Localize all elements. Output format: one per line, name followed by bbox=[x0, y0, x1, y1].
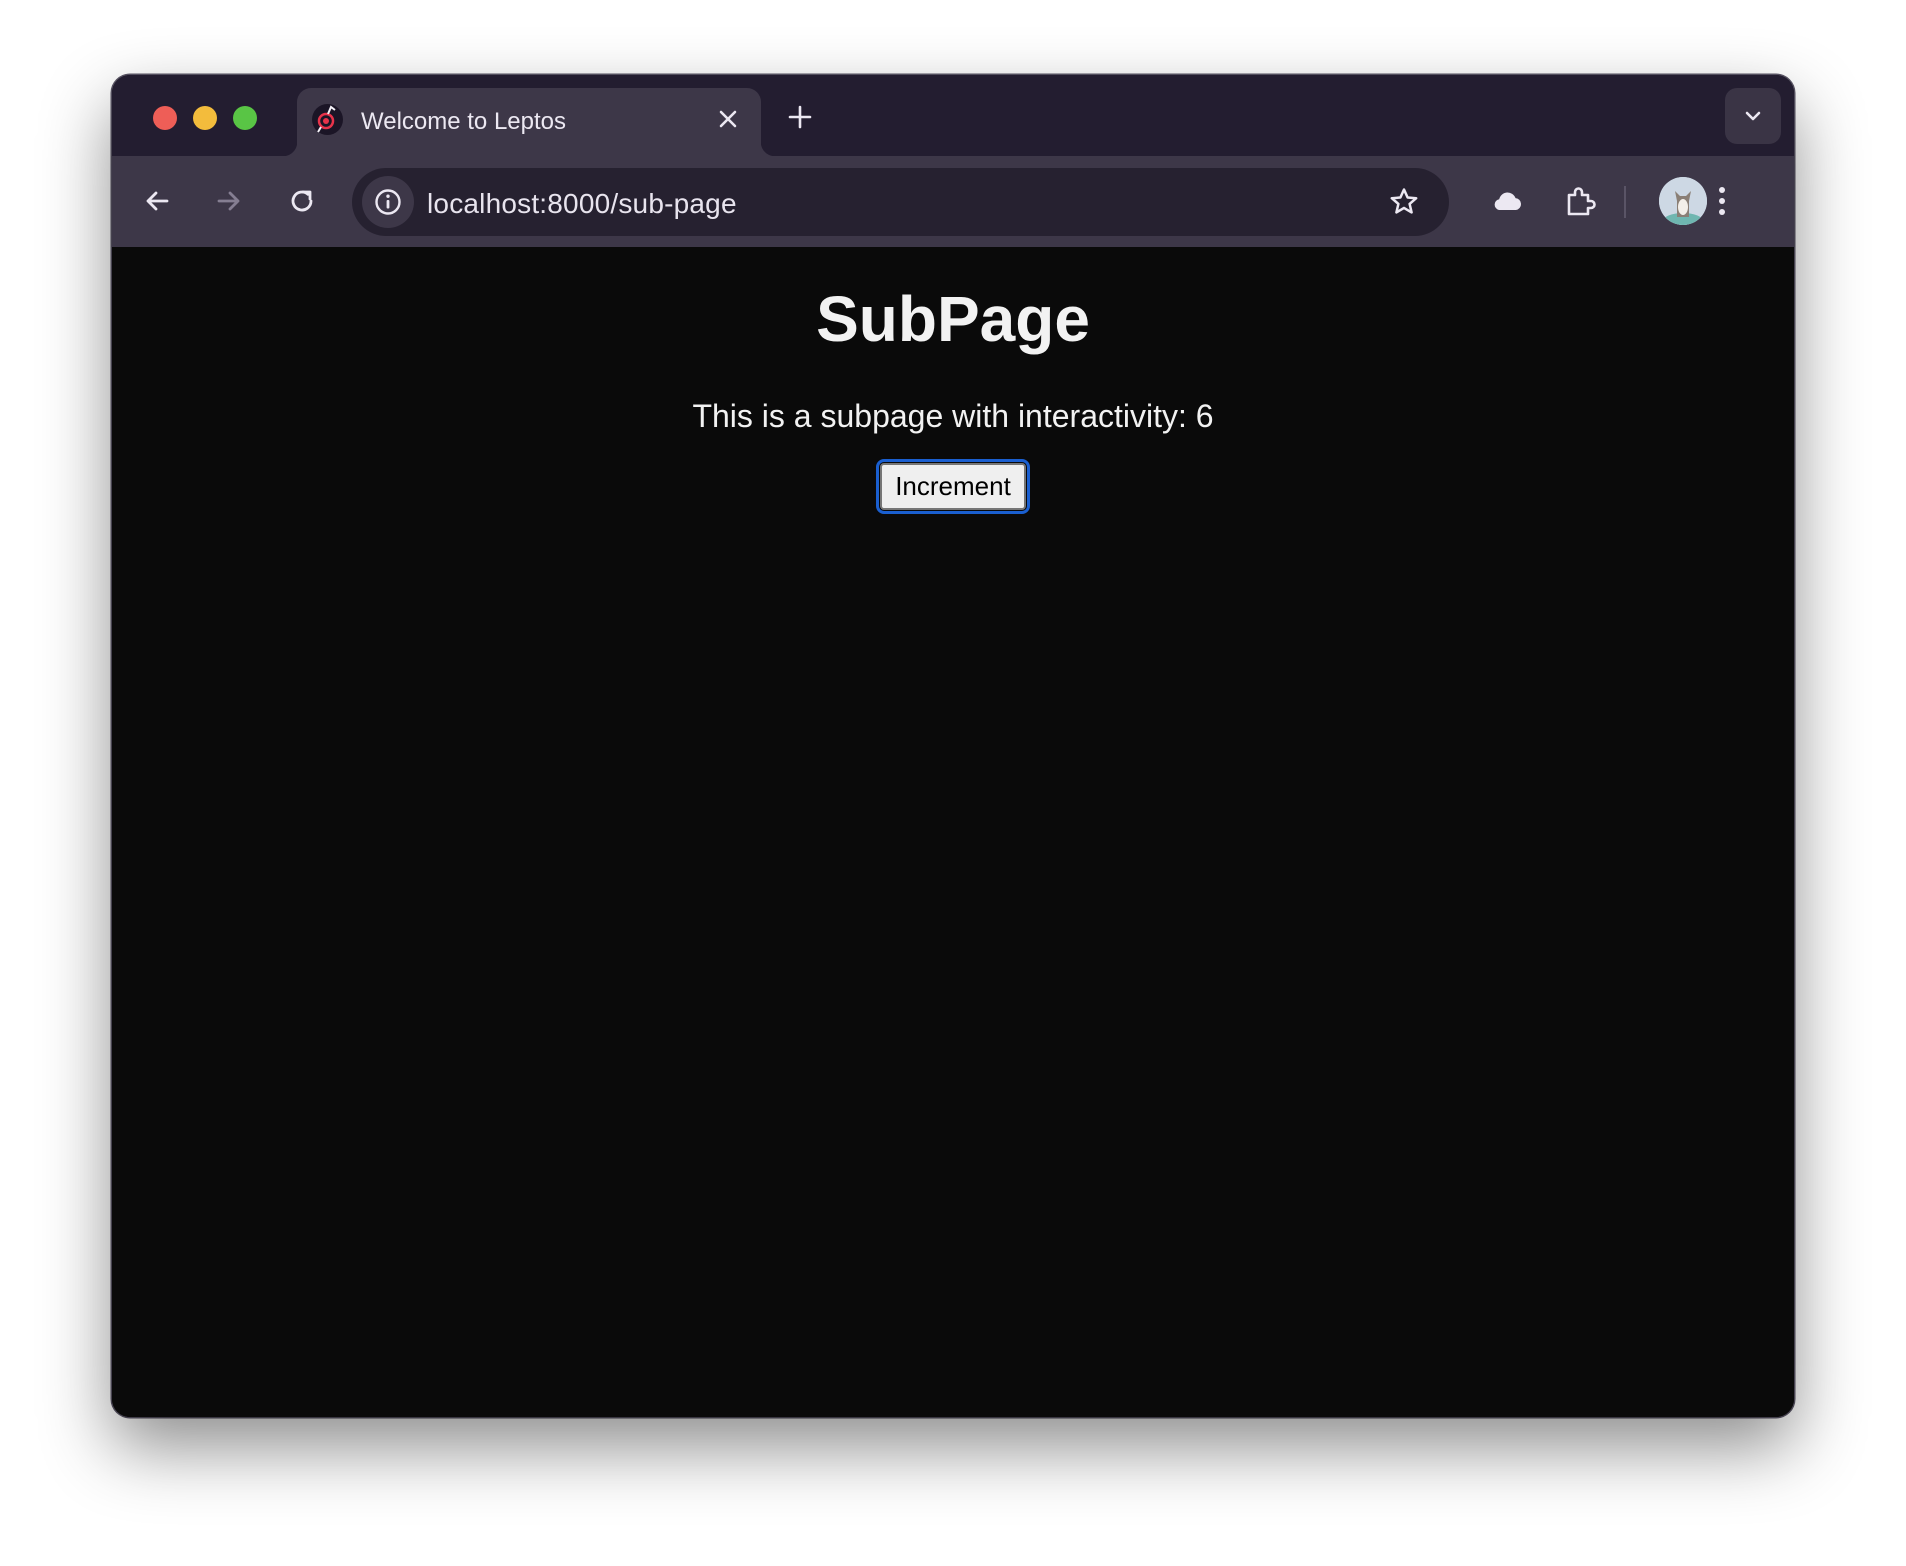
leptos-favicon-icon bbox=[312, 104, 343, 135]
page-title: SubPage bbox=[816, 283, 1090, 355]
cloud-icon[interactable] bbox=[1482, 176, 1532, 226]
close-tab-icon[interactable] bbox=[713, 104, 743, 134]
browser-window: Welcome to Leptos localhost:8000/sub-pag… bbox=[112, 75, 1794, 1417]
minimize-window-button[interactable] bbox=[193, 106, 217, 130]
back-arrow-icon[interactable] bbox=[132, 176, 182, 226]
maximize-window-button[interactable] bbox=[233, 106, 257, 130]
page-content: SubPage This is a subpage with interacti… bbox=[112, 247, 1794, 1417]
increment-button[interactable]: Increment bbox=[876, 458, 1030, 514]
close-window-button[interactable] bbox=[153, 106, 177, 130]
tab-search-chevron-down-icon[interactable] bbox=[1725, 88, 1781, 144]
address-bar[interactable]: localhost:8000/sub-page bbox=[352, 168, 1449, 236]
info-icon[interactable] bbox=[362, 176, 414, 228]
kebab-menu-icon[interactable] bbox=[1697, 176, 1747, 226]
toolbar-divider bbox=[1624, 186, 1626, 218]
url-text[interactable]: localhost:8000/sub-page bbox=[427, 188, 737, 220]
new-tab-icon[interactable] bbox=[782, 99, 818, 135]
browser-toolbar: localhost:8000/sub-page bbox=[112, 156, 1794, 248]
counter-paragraph: This is a subpage with interactivity: 6 bbox=[112, 397, 1794, 435]
counter-value: 6 bbox=[1195, 397, 1214, 434]
puzzle-icon[interactable] bbox=[1555, 176, 1605, 226]
tab-title: Welcome to Leptos bbox=[361, 108, 566, 135]
counter-text: This is a subpage with interactivity: bbox=[692, 397, 1196, 434]
tab-active[interactable]: Welcome to Leptos bbox=[283, 88, 775, 156]
tab-strip: Welcome to Leptos bbox=[112, 75, 1794, 156]
reload-icon[interactable] bbox=[277, 176, 327, 226]
forward-arrow-icon[interactable] bbox=[204, 176, 254, 226]
bookmark-star-icon[interactable] bbox=[1379, 177, 1429, 227]
